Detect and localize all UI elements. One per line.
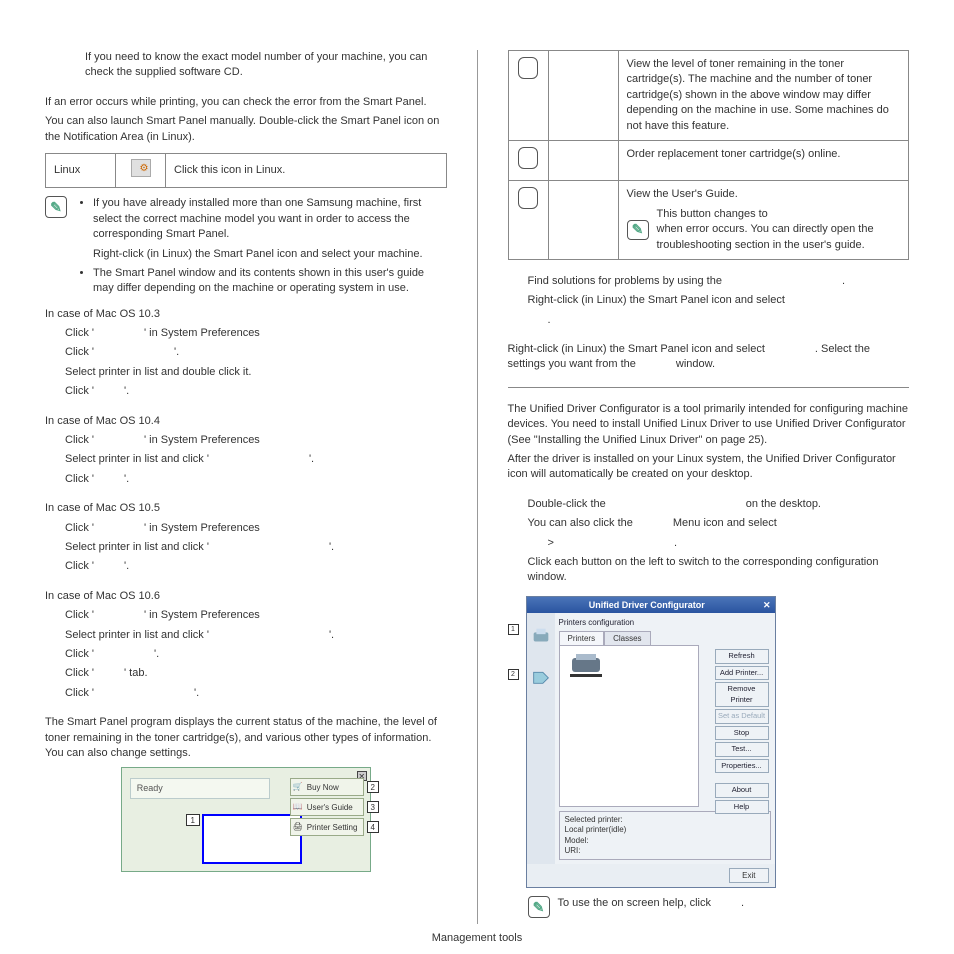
about-button[interactable]: About: [715, 783, 769, 798]
properties-button[interactable]: Properties...: [715, 759, 769, 774]
feature-desc: Order replacement toner cartridge(s) onl…: [618, 140, 909, 180]
note-icon: ✎: [45, 196, 67, 218]
printers-section-icon[interactable]: [530, 625, 552, 647]
section-label: Printers configuration: [559, 617, 771, 628]
printer-icon: 🖨: [293, 821, 305, 833]
printer-setting-button[interactable]: 🖨Printer Setting4: [290, 818, 364, 836]
stop-button[interactable]: Stop: [715, 726, 769, 741]
tab-classes[interactable]: Classes: [604, 631, 650, 645]
smart-panel-linux-icon: [131, 159, 151, 177]
refresh-button[interactable]: Refresh: [715, 649, 769, 664]
note-icon: ✎: [528, 896, 550, 918]
help-note: To use the on screen help, click: [558, 897, 711, 909]
selected-printer-label: Selected printer:: [565, 815, 765, 825]
mac-heading: In case of Mac OS 10.6: [45, 589, 447, 604]
intro-text: If you need to know the exact model numb…: [85, 50, 447, 81]
feature-desc: View the level of toner remaining in the…: [618, 51, 909, 141]
intro-text-3: You can also launch Smart Panel manually…: [45, 114, 447, 145]
note-item: If you have already installed more than …: [93, 196, 447, 242]
note-item: The Smart Panel window and its contents …: [93, 266, 447, 297]
configurator-intro: The Unified Driver Configurator is a too…: [508, 402, 910, 448]
cart-icon: 🛒: [293, 781, 305, 793]
printer-list[interactable]: [559, 645, 699, 807]
os-cell: Linux: [46, 153, 116, 187]
feature-icon-placeholder: [518, 187, 538, 209]
add-printer-button[interactable]: Add Printer...: [715, 666, 769, 681]
linux-icon-table: Linux Click this icon in Linux.: [45, 153, 447, 188]
help-button[interactable]: Help: [715, 800, 769, 815]
smart-panel-window: ✕ Ready 1 🛒Buy Now2 📖User's Guide3 🖨Prin…: [121, 767, 371, 872]
status-label: Ready: [130, 778, 270, 799]
set-default-button[interactable]: Set as Default: [715, 709, 769, 724]
feature-icon-placeholder: [518, 147, 538, 169]
feature-icon-placeholder: [518, 57, 538, 79]
mac-heading: In case of Mac OS 10.3: [45, 307, 447, 322]
mac-heading: In case of Mac OS 10.5: [45, 501, 447, 516]
close-icon[interactable]: ✕: [763, 599, 771, 612]
smart-panel-description: The Smart Panel program displays the cur…: [45, 715, 447, 761]
remove-printer-button[interactable]: Remove Printer: [715, 682, 769, 707]
configurator-window: Unified Driver Configurator ✕ ▮ Printers…: [526, 596, 776, 889]
printer-item-icon: [568, 652, 604, 678]
ports-section-icon[interactable]: [530, 665, 552, 687]
mac-heading: In case of Mac OS 10.4: [45, 414, 447, 429]
printer-image-placeholder: [202, 814, 302, 864]
configurator-intro-2: After the driver is installed on your Li…: [508, 452, 910, 483]
callout-number: 1: [186, 814, 200, 826]
feature-table: View the level of toner remaining in the…: [508, 50, 910, 260]
book-icon: 📖: [293, 801, 305, 813]
test-button[interactable]: Test...: [715, 742, 769, 757]
linux-desc: Click this icon in Linux.: [166, 153, 447, 187]
callout-number: 1: [508, 624, 519, 635]
intro-text-2: If an error occurs while printing, you c…: [45, 95, 447, 110]
window-title: Unified Driver Configurator: [589, 599, 705, 612]
page-footer: Management tools: [0, 931, 954, 946]
callout-number: 2: [508, 669, 519, 680]
feature-desc: View the User's Guide.: [627, 187, 901, 202]
note-icon: ✎: [627, 220, 649, 240]
note-item: Right-click (in Linux) the Smart Panel i…: [93, 247, 447, 262]
tab-printers[interactable]: Printers: [559, 631, 605, 645]
exit-button[interactable]: Exit: [729, 868, 768, 883]
users-guide-button[interactable]: 📖User's Guide3: [290, 798, 364, 816]
buy-now-button[interactable]: 🛒Buy Now2: [290, 778, 364, 796]
